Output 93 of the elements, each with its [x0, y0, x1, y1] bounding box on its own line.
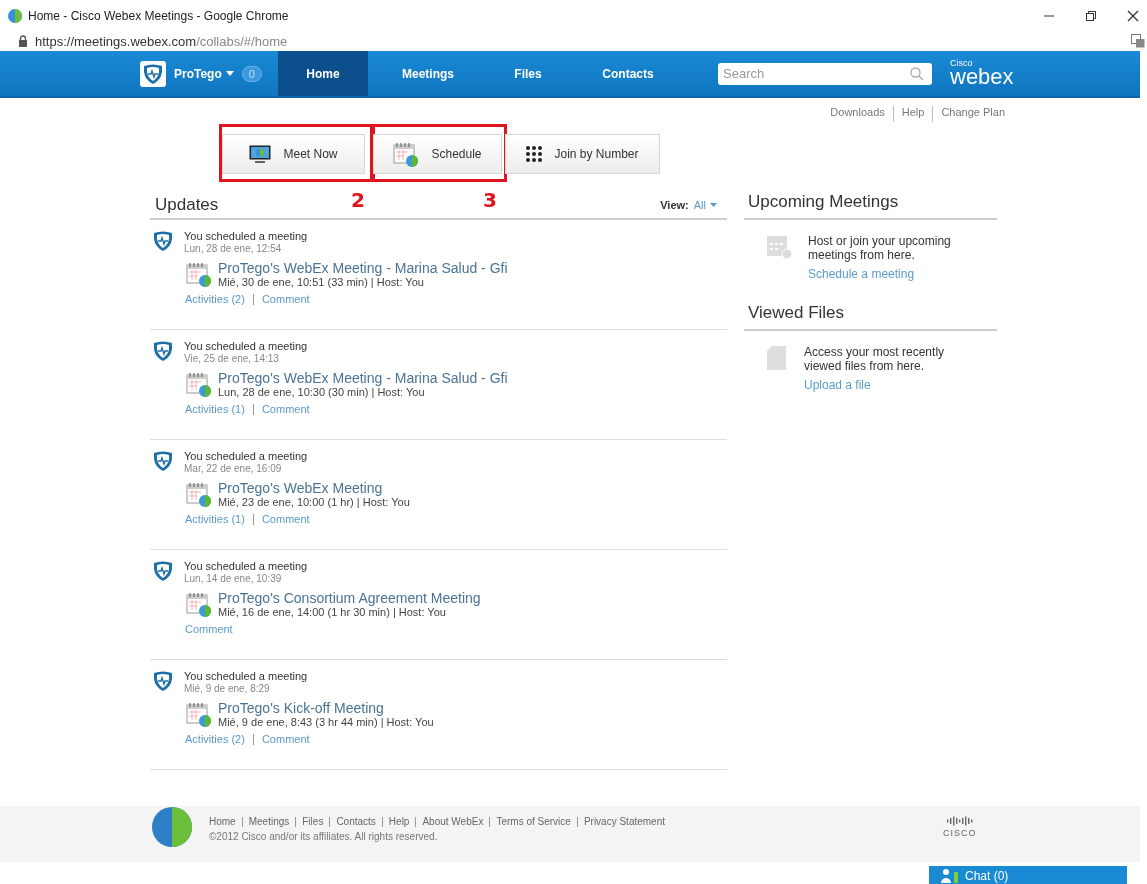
logo-caption: Cisco [950, 59, 974, 68]
meeting-details: Mié, 23 de ene, 10:00 (1 hr) | Host: You [218, 496, 410, 508]
search-field[interactable]: Search [718, 62, 932, 85]
nav-tab[interactable]: Home [278, 51, 368, 96]
update-date: Lun, 28 de ene, 12:54 [184, 243, 283, 254]
top-link[interactable]: Change Plan [932, 106, 1005, 122]
update-date: Vie, 25 de ene, 14:13 [184, 353, 280, 364]
footer-link[interactable]: About WebEx [415, 816, 490, 827]
file-icon [766, 345, 788, 371]
footer-link[interactable]: Contacts [329, 816, 382, 827]
calendar-globe-icon [186, 261, 212, 287]
keypad-icon [526, 146, 543, 162]
close-icon [1127, 9, 1139, 22]
webex-logo: webex [950, 66, 1014, 88]
top-link[interactable]: Help [892, 106, 933, 122]
shield-avatar-icon [140, 60, 166, 87]
meeting-link[interactable]: ProTego's WebEx Meeting - Marina Salud - Gfi [218, 260, 508, 276]
update-title: You scheduled a meeting [184, 450, 308, 462]
search-icon [910, 66, 924, 81]
annotation-number: 2 [351, 188, 365, 212]
top-link[interactable]: Downloads [822, 106, 893, 122]
person-icon [941, 869, 959, 883]
update-link[interactable]: Comment [252, 294, 318, 305]
view-dropdown[interactable]: All [693, 199, 717, 211]
panel-text: Access your most recently viewed files from here. [804, 345, 946, 373]
meeting-details: Lun, 28 de ene, 10:30 (30 min) | Host: You [218, 386, 426, 398]
action-button[interactable]: Meet Now [222, 134, 365, 174]
caret-icon [225, 71, 234, 76]
update-link[interactable]: Activities (2) [185, 734, 253, 745]
nav-tab[interactable]: Files [478, 51, 578, 96]
footer-link[interactable]: Files [295, 816, 330, 827]
meeting-details: Mié, 30 de ene, 10:51 (33 min) | Host: You [218, 276, 425, 288]
panel-link[interactable]: Upload a file [804, 378, 954, 392]
brand-wordmark: CISCO [943, 828, 977, 838]
update-date: Mié, 9 de ene, 8:29 [184, 683, 271, 694]
section-title: Viewed Files [744, 303, 997, 331]
nav-tab[interactable]: Meetings [378, 51, 478, 96]
annotation-number: 3 [483, 188, 497, 212]
shield-avatar-icon [152, 340, 174, 362]
shield-avatar-icon [152, 560, 174, 582]
panel-text: Host or join your upcoming meetings from here. [808, 234, 952, 262]
restore-icon [1085, 9, 1097, 22]
meeting-link[interactable]: ProTego's Kick-off Meeting [218, 700, 434, 716]
panel-link[interactable]: Schedule a meeting [808, 267, 958, 281]
meeting-link[interactable]: ProTego's Consortium Agreement Meeting [218, 590, 481, 606]
update-title: You scheduled a meeting [184, 230, 308, 242]
calendar-globe-icon [186, 701, 212, 727]
footer-link[interactable]: Terms of Service [489, 816, 577, 827]
footer-link[interactable]: Privacy Statement [576, 816, 672, 827]
calendar-globe-icon [186, 591, 212, 617]
update-link[interactable]: Activities (1) [185, 514, 253, 525]
update-link[interactable]: Comment [252, 404, 318, 415]
action-button[interactable]: Schedule [373, 134, 502, 174]
footer-link[interactable]: Help [381, 816, 416, 827]
section-title: Upcoming Meetings [744, 192, 997, 220]
update-date: Mar, 22 de ene, 16:09 [184, 463, 283, 474]
url-text[interactable]: https://meetings.webex.com/collabs/#/home [35, 33, 288, 49]
update-link[interactable]: Activities (1) [185, 404, 253, 415]
update-link[interactable]: Comment [252, 514, 318, 525]
section-title: Updates [155, 195, 219, 215]
update-link[interactable]: Comment [252, 734, 318, 745]
shield-avatar-icon [152, 230, 174, 252]
calendar-globe-icon [186, 481, 212, 507]
action-button[interactable]: Join by Number [505, 134, 660, 174]
copyright-text: ©2012 Cisco and/or its affiliates. All rights reserved. [209, 830, 439, 842]
footer-link[interactable]: Meetings [241, 816, 296, 827]
footer-link[interactable]: Home [209, 816, 242, 827]
update-title: You scheduled a meeting [184, 560, 308, 572]
lock-icon [18, 35, 28, 47]
caret-icon [710, 203, 717, 207]
update-title: You scheduled a meeting [184, 340, 308, 352]
nav-tab[interactable]: Contacts [578, 51, 678, 96]
calendar-globe-icon [186, 371, 212, 397]
window-title: Home - Cisco Webex Meetings - Google Chrome [28, 8, 289, 23]
monitor-globe-icon [249, 145, 272, 163]
update-link[interactable]: Comment [185, 624, 241, 635]
signal-bars-icon [946, 816, 973, 826]
calendar-icon [766, 234, 792, 260]
user-menu[interactable]: ProTego [174, 66, 234, 81]
shield-avatar-icon [152, 450, 174, 472]
update-title: You scheduled a meeting [184, 670, 308, 682]
calendar-globe-icon [393, 141, 420, 167]
chat-button[interactable]: Chat (0) [929, 866, 1127, 884]
globe-icon [152, 807, 192, 847]
view-label: View: [660, 199, 689, 211]
globe-icon [8, 8, 22, 23]
shield-avatar-icon [152, 670, 174, 692]
meeting-link[interactable]: ProTego's WebEx Meeting - Marina Salud - Gfi [218, 370, 508, 386]
update-date: Lun, 14 de ene, 10:39 [184, 573, 283, 584]
meeting-details: Mié, 9 de ene, 8:43 (3 hr 44 min) | Host: You [218, 716, 434, 728]
meeting-link[interactable]: ProTego's WebEx Meeting [218, 480, 410, 496]
meeting-details: Mié, 16 de ene, 14:00 (1 hr 30 min) | Host: You [218, 606, 447, 618]
update-link[interactable]: Activities (2) [185, 294, 253, 305]
